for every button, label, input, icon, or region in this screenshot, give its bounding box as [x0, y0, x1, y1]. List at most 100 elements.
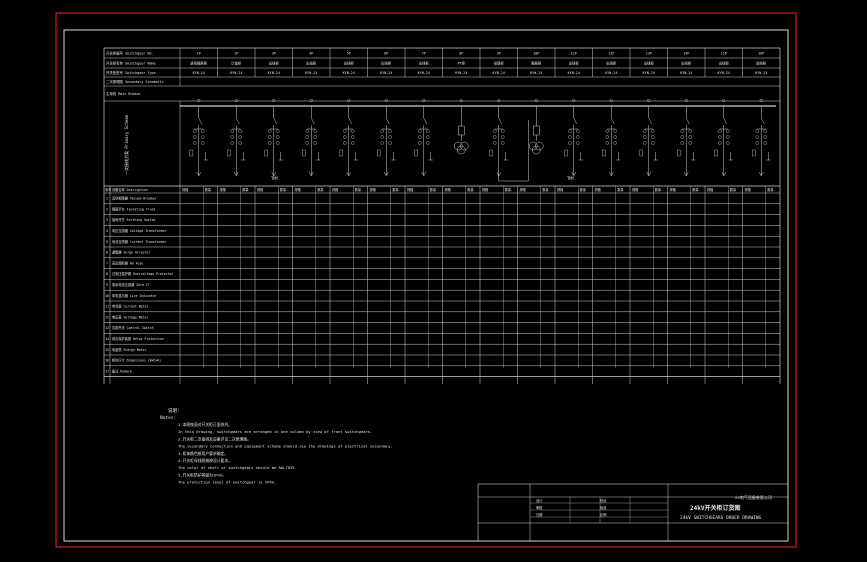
title-block-label: 批准 [600, 505, 607, 510]
header-cell: KYN-24 [193, 71, 205, 75]
equip-header-spec: 规格 [220, 187, 227, 192]
equip-row-no: 6 [106, 251, 108, 255]
header-row-label: 主母线 Main Busbar [106, 91, 141, 96]
equip-row-name: 隔离手车 Isolating Truck [112, 206, 156, 211]
equip-header-name: 设备名称 Description [112, 187, 148, 192]
header-cell: 14P [683, 51, 689, 55]
equip-header-spec: 规格 [707, 187, 714, 192]
equip-row-no: 12 [105, 315, 109, 319]
header-cell: 11P [571, 51, 577, 55]
header-cell: 3P [272, 51, 276, 55]
notes-line: The secondary connection and equipment s… [178, 444, 393, 449]
equip-row-no: 13 [105, 326, 109, 330]
header-cell: KYN-24 [268, 71, 280, 75]
header-cell: 6P [384, 51, 388, 55]
equip-row-name: 控制开关 Control Switch [112, 325, 154, 330]
equip-header-qty: 数量 [580, 187, 587, 192]
equip-header-qty: 数量 [355, 187, 362, 192]
header-cell: KYN-24 [230, 71, 242, 75]
equip-row-no: 1 [106, 197, 108, 201]
schematic-note-left: TMY [271, 176, 279, 181]
notes-subtitle: Notes: [160, 415, 176, 421]
equip-row-name: 过电压保护器 Overvoltage Protector [112, 271, 173, 276]
equip-header-qty: 数量 [467, 187, 474, 192]
title-block-label: 审核 [536, 505, 543, 510]
equip-row-no: 16 [105, 359, 109, 363]
notes-line: 4.开关柜母线规格按设计要求。 [178, 458, 232, 463]
header-cell: KYN-24 [568, 71, 580, 75]
equip-header-qty: 数量 [392, 187, 399, 192]
header-cell: 9P [497, 51, 501, 55]
title-block-label: 日期 [536, 512, 542, 517]
header-cell: 出线柜 [644, 60, 655, 65]
header-cell: 出线柜 [306, 60, 317, 65]
equip-header-spec: 规格 [595, 187, 602, 192]
header-cell: 4P [309, 51, 313, 55]
equip-header-spec: 规格 [407, 187, 414, 192]
equip-header-qty: 数量 [205, 187, 212, 192]
header-cell: 2P [234, 51, 238, 55]
header-row-label: 开关柜名称 Switchgear Name [106, 60, 156, 65]
header-cell: KYN-24 [755, 71, 767, 75]
equip-header-qty: 数量 [317, 187, 324, 192]
equip-header-spec: 规格 [370, 187, 377, 192]
notes-line: In this drawing, switchgears are arrange… [178, 429, 372, 434]
equip-header-spec: 规格 [445, 187, 452, 192]
notes-line: 1.本图按面对开关柜正面排列。 [178, 422, 232, 427]
equip-header-no: 序号 [105, 187, 111, 192]
equip-header-qty: 数量 [655, 187, 662, 192]
equip-row-name: 接地开关 Earthing Switch [112, 217, 156, 222]
equip-row-name: 电压表 Voltage Meter [112, 314, 149, 319]
header-cell: PT柜 [458, 60, 466, 65]
header-row-label: 开关柜型号 Switchgear Type [106, 70, 156, 75]
header-cell: 5P [347, 51, 351, 55]
header-cell: 出线柜 [606, 60, 617, 65]
equip-row-name: 电流表 Current Meter [112, 304, 149, 309]
equip-row-no: 10 [105, 294, 109, 298]
equip-header-spec: 规格 [182, 187, 189, 192]
equip-header-spec: 规格 [295, 187, 302, 192]
header-cell: 出线柜 [569, 60, 580, 65]
drawing-sheet: 开关柜编号 Switchgear No. 1P 2P 3P 4P 5P 6P 7P 8P 9P 10… [0, 0, 867, 562]
equip-header-spec: 规格 [745, 187, 752, 192]
equip-row-no: 15 [105, 348, 109, 352]
equip-header-qty: 数量 [767, 187, 774, 192]
equip-header-spec: 规格 [332, 187, 339, 192]
equip-header-qty: 数量 [242, 187, 249, 192]
schematic-note-right: TMY [567, 176, 575, 181]
equip-row-no: 17 [105, 369, 109, 373]
schematic-label: 一次接线方案 Primary Scheme [123, 114, 129, 175]
equip-row-no: 7 [106, 261, 108, 265]
equip-header-qty: 数量 [280, 187, 287, 192]
equip-header-spec: 规格 [257, 187, 264, 192]
header-cell: 16P [758, 51, 764, 55]
header-cell: KYN-24 [680, 71, 692, 75]
title-block-label: 比例 [600, 512, 606, 517]
header-cell: 10P [533, 51, 539, 55]
header-cell: 出线柜 [419, 60, 430, 65]
equip-row-no: 8 [106, 272, 108, 276]
header-cell: 出线柜 [381, 60, 392, 65]
equip-header-spec: 规格 [520, 187, 527, 192]
equip-header-spec: 规格 [557, 187, 564, 192]
header-cell: 12P [608, 51, 614, 55]
equip-row-name: 零序电流互感器 Zero CT [112, 282, 150, 287]
equip-header-spec: 规格 [670, 187, 677, 192]
equip-row-no: 9 [106, 283, 108, 287]
header-cell: KYN-24 [718, 71, 730, 75]
equip-row-name: 带电显示器 Live Indicator [112, 293, 157, 298]
header-cell: KYN-24 [380, 71, 392, 75]
equip-header-qty: 数量 [430, 187, 437, 192]
header-cell: 进线柜 [756, 60, 767, 65]
equip-row-name: 避雷器 Surge Arrester [112, 250, 150, 255]
title-block-title-en: 24kV SWITCHGEARS ORDER DRAWING [680, 515, 762, 521]
notes-line: 2.开关柜二次接线及设备详见二次原理图。 [178, 436, 251, 441]
header-cell: 计量柜 [231, 60, 242, 65]
header-cell: 8P [459, 51, 463, 55]
header-cell: KYN-24 [643, 71, 655, 75]
equip-row-no: 3 [106, 218, 108, 222]
header-cell: KYN-24 [605, 71, 617, 75]
header-cell: 7P [422, 51, 426, 55]
header-cell: KYN-24 [493, 71, 505, 75]
equip-row-no: 14 [105, 337, 109, 341]
